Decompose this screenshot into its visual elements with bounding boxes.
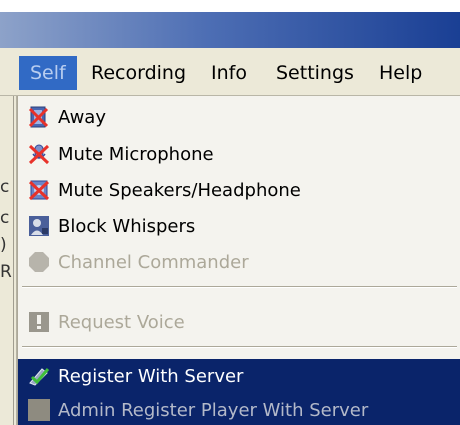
menu-item-label: Request Voice: [58, 311, 185, 333]
menu-item-channel-commander: Channel Commander: [18, 245, 460, 279]
menu-item-label: Mute Speakers/Headphone: [58, 179, 301, 201]
menu-item-label: Mute Microphone: [58, 143, 214, 165]
left-panel-divider: [13, 96, 14, 425]
register-icon: [28, 365, 50, 387]
admin-register-icon: [28, 399, 50, 421]
away-icon: [28, 106, 50, 128]
left-panel-fragment: R: [0, 262, 12, 282]
menu-item-mute-speakers[interactable]: Mute Speakers/Headphone: [18, 173, 460, 207]
left-panel: c c ) R: [0, 96, 17, 425]
channel-commander-icon: [28, 251, 50, 273]
menu-separator: [22, 346, 457, 348]
menu-item-label: Block Whispers: [58, 215, 196, 237]
self-menu-dropdown: Away Mute Microphone Mute Speakers/Headp…: [17, 96, 460, 425]
top-strip: [0, 0, 460, 12]
block-whispers-icon: [28, 215, 50, 237]
request-voice-icon: [28, 311, 50, 333]
menu-settings[interactable]: Settings: [265, 56, 365, 90]
left-panel-fragment: c: [0, 208, 10, 228]
mute-microphone-icon: [28, 143, 50, 165]
menu-separator: [22, 286, 457, 288]
menu-item-label: Channel Commander: [58, 251, 249, 273]
menu-item-label: Admin Register Player With Server: [58, 399, 369, 421]
menu-item-request-voice: Request Voice: [18, 305, 460, 339]
left-panel-fragment: ): [0, 235, 7, 255]
menu-self[interactable]: Self: [19, 56, 77, 90]
menu-help[interactable]: Help: [368, 56, 433, 90]
left-panel-fragment: c: [0, 177, 10, 197]
menu-item-label: Register With Server: [58, 365, 244, 387]
menu-item-admin-register-player: Admin Register Player With Server: [18, 393, 460, 425]
mute-speakers-icon: [28, 179, 50, 201]
menu-item-block-whispers[interactable]: Block Whispers: [18, 209, 460, 243]
menu-item-away[interactable]: Away: [18, 100, 460, 134]
menu-item-register-with-server[interactable]: Register With Server: [18, 359, 460, 393]
window-title-bar: [0, 12, 460, 48]
menu-item-mute-microphone[interactable]: Mute Microphone: [18, 137, 460, 171]
menu-item-label: Away: [58, 106, 106, 128]
menu-info[interactable]: Info: [200, 56, 258, 90]
menu-recording[interactable]: Recording: [80, 56, 197, 90]
